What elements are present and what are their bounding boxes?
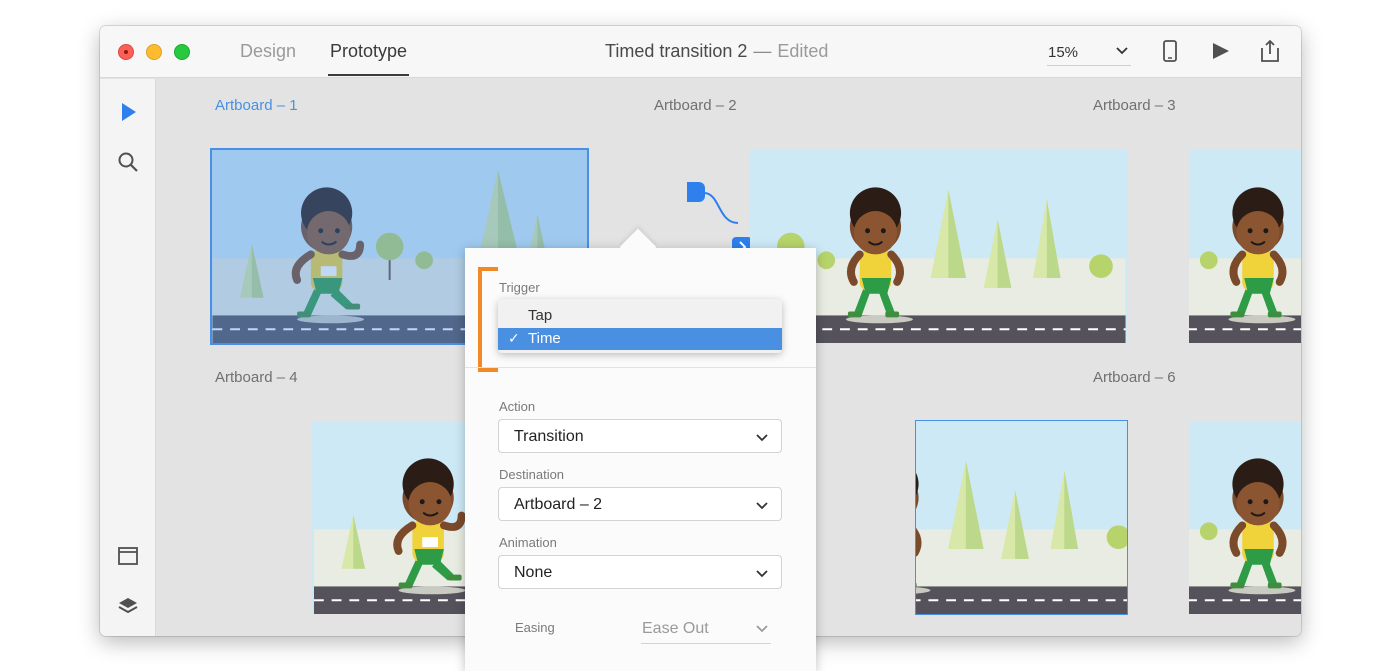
- section-divider: [465, 367, 816, 368]
- artboard-label[interactable]: Artboard – 3: [1093, 97, 1176, 114]
- select-arrow-icon[interactable]: [117, 101, 139, 123]
- trigger-dropdown-menu[interactable]: Tap ✓ Time: [498, 299, 782, 353]
- highlight-bracket: [478, 267, 498, 372]
- wire-handle[interactable]: [687, 182, 705, 202]
- zoom-value: 15%: [1048, 44, 1079, 61]
- artboard-label[interactable]: Artboard – 4: [215, 369, 298, 386]
- minimize-window-button[interactable]: [146, 44, 162, 60]
- artboard-3[interactable]: [1189, 150, 1301, 343]
- zoom-select[interactable]: 15%: [1047, 40, 1131, 66]
- checkmark-icon: ✓: [508, 330, 520, 346]
- device-preview-icon[interactable]: [1162, 38, 1178, 64]
- interaction-popover: Trigger Tap ✓ Time Action Transition Des…: [465, 248, 816, 671]
- destination-label: Destination: [499, 467, 565, 482]
- option-label: Tap: [528, 307, 553, 324]
- tab-design[interactable]: Design: [240, 40, 296, 76]
- animation-select[interactable]: None: [498, 555, 782, 589]
- connection-wire: [704, 192, 739, 224]
- chevron-down-icon: [756, 434, 768, 442]
- zoom-window-button[interactable]: [174, 44, 190, 60]
- chevron-down-icon: [756, 570, 768, 578]
- zoom-search-icon[interactable]: [117, 151, 139, 173]
- option-label: Time: [528, 330, 561, 347]
- title-separator: —: [753, 41, 772, 61]
- artboard-label[interactable]: Artboard – 1: [215, 97, 298, 114]
- easing-value: Ease Out: [642, 620, 709, 637]
- trigger-label: Trigger: [499, 280, 540, 295]
- chevron-down-icon: [1116, 47, 1128, 55]
- artboard-5[interactable]: [915, 420, 1128, 615]
- trigger-option-tap[interactable]: Tap: [498, 305, 782, 327]
- destination-select[interactable]: Artboard – 2: [498, 487, 782, 521]
- close-window-button[interactable]: [118, 44, 134, 60]
- popover-body: Trigger Tap ✓ Time Action Transition Des…: [465, 248, 816, 671]
- trigger-option-time[interactable]: ✓ Time: [498, 328, 782, 350]
- tab-prototype[interactable]: Prototype: [328, 40, 410, 76]
- title-bar: Design Prototype Timed transition 2— Edit…: [100, 26, 1301, 78]
- action-label: Action: [499, 399, 536, 414]
- layers-icon[interactable]: [117, 595, 139, 617]
- document-name: Timed transition 2: [605, 41, 748, 61]
- artboard-label[interactable]: Artboard – 2: [654, 97, 737, 114]
- play-icon[interactable]: [1210, 38, 1232, 64]
- tool-sidebar: [100, 79, 156, 636]
- destination-value: Artboard – 2: [514, 496, 603, 513]
- animation-label: Animation: [499, 535, 557, 550]
- chevron-down-icon: [756, 625, 768, 633]
- artboard-label[interactable]: Artboard – 6: [1093, 369, 1176, 386]
- easing-select[interactable]: Ease Out: [641, 614, 771, 644]
- document-title: Timed transition 2— Edited: [605, 41, 828, 62]
- animation-value: None: [514, 564, 553, 581]
- edited-status: Edited: [777, 41, 829, 61]
- easing-label: Easing: [515, 620, 555, 635]
- artboard-6[interactable]: [1189, 421, 1301, 614]
- action-select[interactable]: Transition: [498, 419, 782, 453]
- share-icon[interactable]: [1258, 38, 1282, 64]
- chevron-down-icon: [756, 502, 768, 510]
- artboard-icon[interactable]: [117, 545, 139, 567]
- action-value: Transition: [514, 428, 584, 445]
